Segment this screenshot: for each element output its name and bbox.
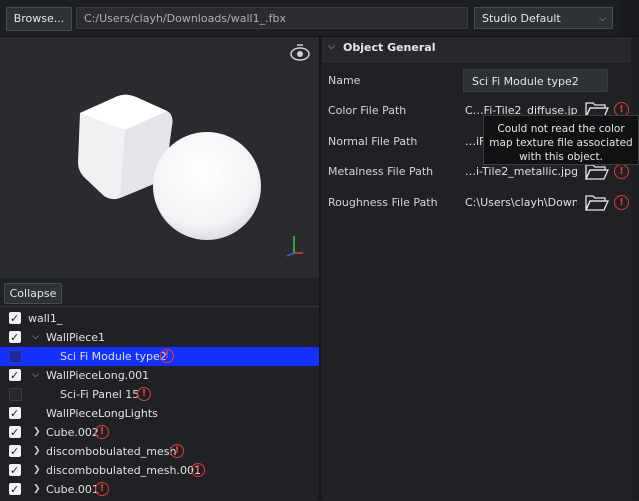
orbit-camera-icon[interactable]	[290, 44, 310, 61]
warning-icon: !	[95, 425, 109, 439]
warning-icon[interactable]: !	[614, 164, 629, 179]
checkbox[interactable]: ✓	[9, 369, 21, 382]
collapse-button[interactable]: Collapse	[4, 283, 62, 304]
warning-icon: !	[170, 444, 184, 458]
tree-row-sci-fi-module-type2[interactable]: Sci Fi Module type2 !	[0, 347, 319, 366]
warning-icon: !	[137, 387, 151, 401]
viewport-scene	[78, 44, 310, 257]
tree-row-wallpiecelonglights[interactable]: ✓ WallPieceLongLights	[0, 404, 319, 423]
file-path-field[interactable]: C:/Users/clayh/Downloads/wall1_.fbx	[76, 7, 468, 29]
checkbox[interactable]: ✓	[9, 312, 21, 325]
metalness-path-value: …i-Tile2_metallic.jpg	[465, 165, 577, 178]
browse-button[interactable]: Browse...	[6, 7, 72, 31]
tree-item-label: WallPieceLongLights	[46, 407, 158, 420]
tree-row-cube-001[interactable]: ✓ ❯ Cube.001 !	[0, 480, 319, 499]
panel-splitter[interactable]	[319, 37, 321, 500]
properties-scrollbar[interactable]	[631, 37, 639, 500]
chevron-right-icon[interactable]: ❯	[33, 442, 41, 461]
checkbox[interactable]: ✓	[9, 464, 21, 477]
error-tooltip: Could not read the color map texture fil…	[483, 115, 639, 165]
tree-row-wall1[interactable]: ✓ wall1_	[0, 309, 319, 328]
tree-item-label: WallPieceLong.001	[46, 369, 150, 382]
checkbox[interactable]: ✓	[9, 445, 21, 458]
chevron-right-icon[interactable]: ❯	[33, 480, 41, 499]
tree-item-label: WallPiece1	[46, 331, 106, 344]
tree-row-discombobulated-mesh[interactable]: ✓ ❯ discombobulated_mesh !	[0, 442, 319, 461]
tree-item-label: Sci-Fi Panel 15	[60, 388, 140, 401]
warning-icon: !	[191, 463, 205, 477]
tree-item-label: Cube.001	[46, 483, 99, 496]
toolbar-scroll-gutter	[619, 0, 639, 36]
chevron-down-icon[interactable]: ⌵	[32, 366, 39, 385]
checkbox[interactable]: ✓	[9, 483, 21, 496]
tree-row-cube-002[interactable]: ✓ ❯ Cube.002 !	[0, 423, 319, 442]
roughness-path-label: Roughness File Path	[328, 196, 438, 209]
folder-icon[interactable]	[585, 193, 609, 212]
sphere-mesh	[153, 132, 261, 240]
section-title: Object General	[343, 41, 436, 54]
tree-row-discombobulated-mesh-001[interactable]: ✓ ❯ discombobulated_mesh.001 !	[0, 461, 319, 480]
tree-item-label: wall1_	[28, 312, 63, 325]
normal-path-label: Normal File Path	[328, 135, 418, 148]
chevron-right-icon[interactable]: ❯	[33, 423, 41, 442]
chevron-down-icon[interactable]: ⌵	[328, 42, 335, 52]
checkbox[interactable]: ✓	[9, 407, 21, 420]
chevron-right-icon[interactable]: ❯	[33, 461, 41, 480]
checkbox[interactable]: ✓	[9, 331, 21, 344]
color-path-label: Color File Path	[328, 104, 407, 117]
name-label: Name	[328, 74, 361, 87]
warning-icon[interactable]: !	[614, 195, 629, 210]
tree-row-sci-fi-panel-15[interactable]: Sci-Fi Panel 15 !	[0, 385, 319, 404]
3d-viewport[interactable]	[0, 37, 319, 278]
checkbox[interactable]: ✓	[9, 426, 21, 439]
metalness-path-label: Metalness File Path	[328, 165, 434, 178]
checkbox[interactable]	[9, 350, 22, 363]
lighting-preset-select[interactable]: Studio Default ⌵	[474, 7, 613, 29]
chevron-down-icon[interactable]: ⌵	[32, 328, 39, 347]
checkbox[interactable]	[9, 388, 22, 401]
object-tree: ✓ wall1_ ✓ ⌵ WallPiece1 Sci Fi Module ty…	[0, 306, 319, 501]
axis-gizmo-icon	[286, 236, 303, 257]
chevron-down-icon: ⌵	[599, 14, 606, 24]
tree-item-label: discombobulated_mesh.001	[46, 464, 201, 477]
tree-item-label: Sci Fi Module type2	[60, 350, 167, 363]
preset-select-value: Studio Default	[482, 12, 561, 25]
warning-icon: !	[95, 482, 109, 496]
name-field[interactable]: Sci Fi Module type2	[463, 69, 608, 92]
roughness-path-value: C:\Users\clayh\Downloads	[465, 196, 577, 209]
tree-item-label: discombobulated_mesh	[46, 445, 177, 458]
tree-row-wallpiecelong[interactable]: ✓ ⌵ WallPieceLong.001	[0, 366, 319, 385]
tree-row-wallpiece1[interactable]: ✓ ⌵ WallPiece1	[0, 328, 319, 347]
tree-item-label: Cube.002	[46, 426, 99, 439]
warning-icon: !	[160, 349, 174, 363]
